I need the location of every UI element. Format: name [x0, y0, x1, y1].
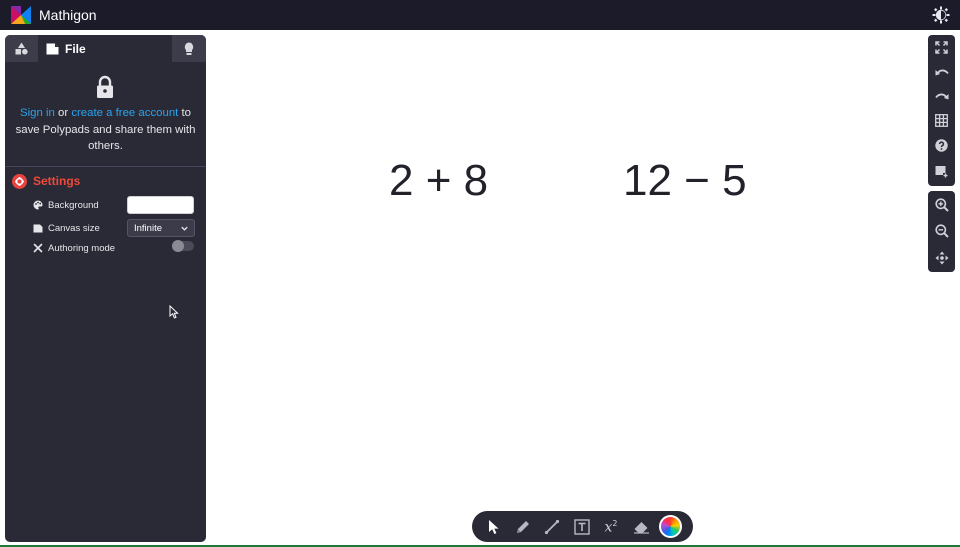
side-panel: File Sign in or create a free account to…	[5, 35, 206, 542]
chevron-down-icon	[181, 226, 188, 231]
canvas-size-value: Infinite	[134, 222, 162, 234]
eraser-tool-button[interactable]	[631, 517, 651, 537]
add-slide-icon	[935, 166, 948, 178]
sign-in-link[interactable]: Sign in	[20, 107, 55, 119]
help-button[interactable]	[933, 137, 950, 154]
background-label: Background	[48, 199, 99, 211]
text-tool-button[interactable]	[572, 517, 592, 537]
line-icon	[544, 519, 560, 535]
settings-title: Settings	[33, 174, 81, 188]
help-icon	[935, 139, 948, 152]
authoring-mode-toggle[interactable]	[172, 240, 194, 252]
setting-authoring-row: Authoring mode	[33, 239, 115, 257]
pen-tool-button[interactable]	[513, 517, 533, 537]
file-icon	[46, 43, 59, 54]
equation-icon: x2	[605, 519, 618, 536]
signin-or-text: or	[54, 107, 72, 119]
zoom-out-button[interactable]	[933, 222, 950, 239]
color-wheel-icon[interactable]	[659, 515, 682, 538]
text-icon	[574, 519, 590, 535]
undo-button[interactable]	[933, 64, 950, 81]
zoom-out-icon	[934, 223, 949, 238]
mathigon-logo-icon[interactable]	[11, 6, 31, 24]
panel-divider	[5, 166, 206, 167]
zoom-in-button[interactable]	[933, 196, 950, 213]
shapes-icon	[15, 42, 28, 55]
add-slide-button[interactable]	[933, 163, 950, 180]
expression-card-2[interactable]: 12 − 5	[623, 155, 747, 207]
mouse-cursor-icon	[169, 305, 179, 319]
authoring-mode-label: Authoring mode	[48, 242, 116, 254]
lock-icon	[97, 75, 113, 98]
panel-tab-bar: File	[5, 35, 206, 62]
setting-background-row: Background	[33, 196, 99, 214]
grid-icon	[935, 114, 948, 127]
tool-palette: x2	[472, 511, 693, 542]
toggle-knob	[172, 240, 184, 252]
grid-button[interactable]	[933, 112, 950, 129]
setting-canvas-size-row: Canvas size	[33, 219, 100, 237]
right-toolbar-top	[928, 35, 955, 186]
eraser-icon	[633, 522, 649, 534]
tools-icon	[33, 243, 43, 253]
redo-button[interactable]	[933, 88, 950, 105]
lightbulb-icon	[184, 42, 194, 55]
select-icon	[489, 520, 499, 534]
tab-file-label: File	[65, 41, 86, 56]
tab-ideas[interactable]	[172, 35, 206, 62]
expression-card-1[interactable]: 2 + 8	[389, 155, 488, 207]
move-icon	[935, 251, 948, 264]
pen-icon	[517, 521, 529, 533]
tab-file[interactable]: File	[38, 35, 172, 62]
right-toolbar-bottom	[928, 191, 955, 272]
select-tool-button[interactable]	[484, 517, 504, 537]
undo-icon	[935, 69, 949, 75]
zoom-in-icon	[934, 197, 949, 212]
redo-icon	[934, 93, 948, 99]
fullscreen-icon	[935, 41, 948, 54]
canvas-size-label: Canvas size	[48, 222, 100, 234]
fullscreen-button[interactable]	[933, 39, 950, 56]
theme-toggle-icon[interactable]	[932, 6, 950, 24]
line-tool-button[interactable]	[542, 517, 562, 537]
move-button[interactable]	[933, 249, 950, 266]
equation-exponent: 2	[612, 518, 618, 528]
tab-shapes[interactable]	[5, 35, 38, 62]
canvas-size-icon	[33, 224, 43, 232]
app-title[interactable]: Mathigon	[39, 6, 97, 24]
settings-header: Settings	[12, 173, 80, 189]
signin-message: Sign in or create a free account to save…	[13, 105, 198, 155]
canvas-size-select[interactable]: Infinite	[127, 219, 195, 237]
equation-tool-button[interactable]: x2	[601, 517, 621, 537]
top-bar: Mathigon	[0, 0, 960, 30]
settings-gear-icon	[12, 173, 27, 189]
background-color-input[interactable]	[127, 196, 194, 214]
create-account-link[interactable]: create a free account	[71, 107, 178, 119]
palette-icon	[33, 200, 43, 210]
